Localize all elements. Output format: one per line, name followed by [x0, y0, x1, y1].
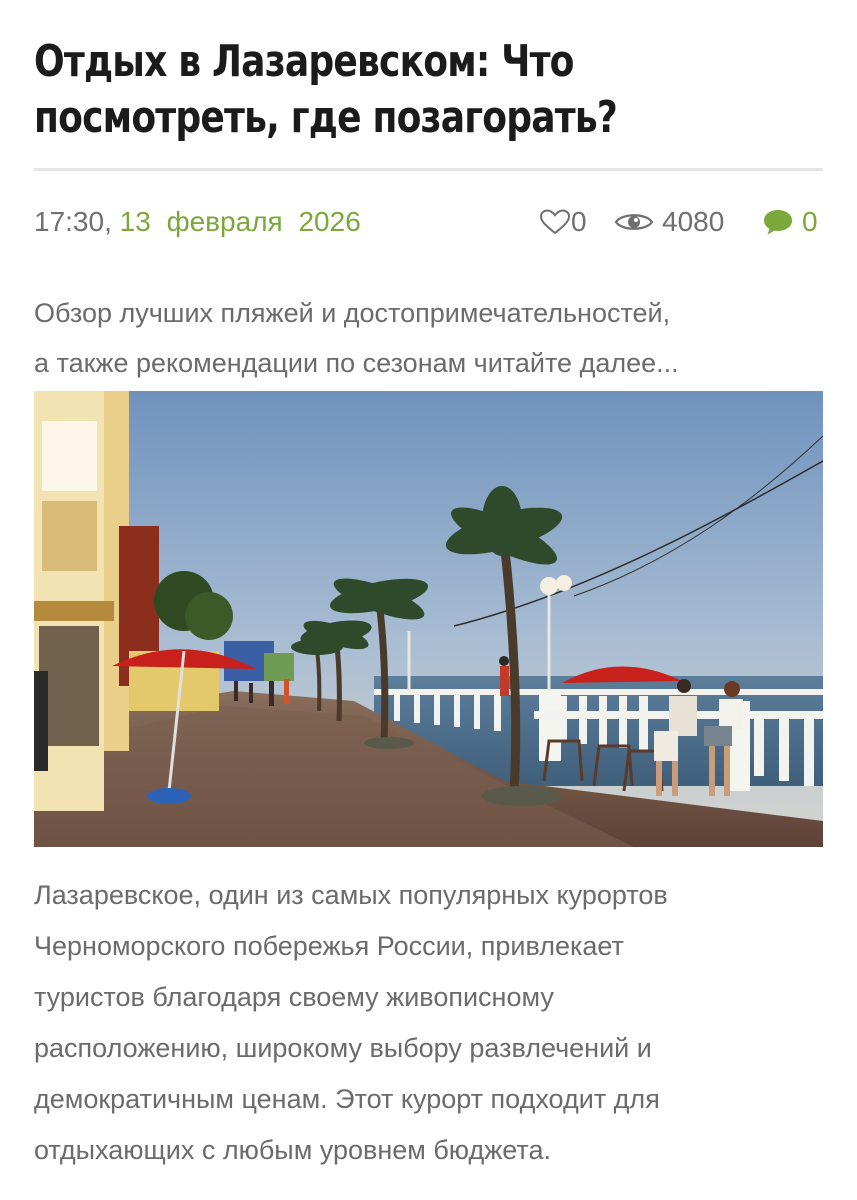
article: Отдых в Лазаревском: Что посмотреть, где… — [34, 0, 823, 1200]
comment-bubble-icon — [764, 210, 792, 235]
lead-line: а также рекомендации по сезонам читайте … — [34, 348, 679, 378]
title-divider — [34, 168, 823, 171]
comments-counter[interactable]: 0 — [762, 202, 818, 242]
likes-count: 0 — [571, 206, 587, 237]
lead-line: Обзор лучших пляжей и достопримечательно… — [34, 298, 671, 328]
views-counter: 4080 — [614, 202, 724, 242]
body-line: демократичным ценам. Этот курорт подходи… — [34, 1084, 660, 1114]
heart-icon — [539, 209, 571, 235]
views-count: 4080 — [662, 206, 725, 237]
body-line: Черноморского побережья России, привлека… — [34, 931, 624, 961]
publish-date[interactable]: 13 февраля 2026 — [120, 206, 361, 237]
article-title: Отдых в Лазаревском: Что посмотреть, где… — [34, 34, 823, 146]
likes-counter[interactable]: 0 — [539, 202, 587, 242]
eye-icon — [614, 214, 654, 230]
article-body: Лазаревское, один из самых популярных ку… — [34, 870, 823, 1176]
body-line: туристов благодаря своему живописному — [34, 982, 554, 1012]
publish-datetime: 17:30, 13 февраля 2026 — [34, 196, 361, 248]
article-lead: Обзор лучших пляжей и достопримечательно… — [34, 288, 823, 388]
body-line: отдыхающих с любым уровнем бюджета. — [34, 1135, 551, 1165]
article-title-line: Отдых в Лазаревском: Что — [34, 36, 574, 87]
article-title-line: посмотреть, где позагорать? — [34, 92, 618, 143]
body-line: расположению, широкому выбору развлечени… — [34, 1033, 652, 1063]
publish-time: 17:30, — [34, 206, 112, 237]
article-meta: 17:30, 13 февраля 2026 0 4080 0 — [34, 196, 823, 248]
body-line: Лазаревское, один из самых популярных ку… — [34, 880, 668, 910]
comments-count: 0 — [802, 206, 818, 237]
article-photo — [34, 391, 823, 847]
